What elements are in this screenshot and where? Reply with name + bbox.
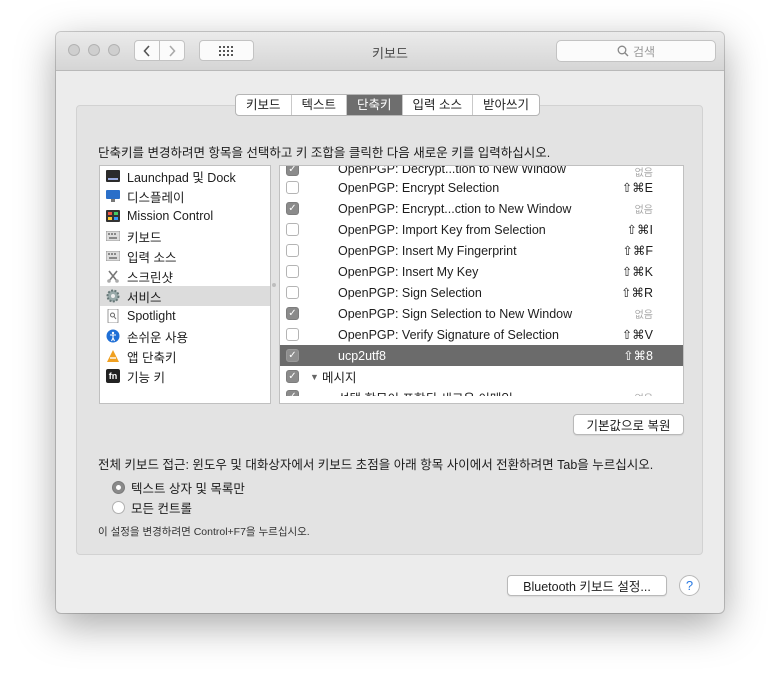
screenshot-icon — [106, 269, 120, 283]
category-keyboard[interactable]: 키보드 — [100, 226, 270, 246]
group-checkbox[interactable]: ✓ — [286, 370, 299, 383]
shortcut-checkbox[interactable]: ✓ — [286, 349, 299, 362]
shortcut-hint-note: 이 설정을 변경하려면 Control+F7을 누르십시오. — [98, 526, 310, 538]
tab-keyboard[interactable]: 키보드 — [236, 95, 292, 115]
launchpad-icon — [106, 169, 120, 183]
shortcut-checkbox[interactable]: ✓ — [286, 390, 299, 396]
mission-control-icon — [106, 209, 120, 223]
shortcut-checkbox[interactable] — [286, 286, 299, 299]
search-icon — [617, 45, 629, 57]
shortcut-checkbox[interactable]: ✓ — [286, 307, 299, 320]
shortcut-row[interactable]: OpenPGP: Insert My Fingerprint ⇧⌘F — [280, 240, 683, 261]
title-bar: 키보드 검색 — [56, 32, 724, 71]
category-function-keys[interactable]: fn 기능 키 — [100, 366, 270, 386]
shortcut-row[interactable]: OpenPGP: Sign Selection ⇧⌘R — [280, 282, 683, 303]
disclosure-triangle-icon[interactable]: ▼ — [310, 372, 319, 382]
shortcut-row[interactable]: OpenPGP: Insert My Key ⇧⌘K — [280, 261, 683, 282]
shortcut-row[interactable]: ✓ OpenPGP: Sign Selection to New Window … — [280, 303, 683, 324]
tab-bar: 키보드 텍스트 단축키 입력 소스 받아쓰기 — [235, 94, 541, 116]
shortcut-row[interactable]: OpenPGP: Verify Signature of Selection ⇧… — [280, 324, 683, 345]
radio-all-controls[interactable]: 모든 컨트롤 — [112, 498, 192, 517]
shortcut-row[interactable]: ✓ OpenPGP: Decrypt...tion to New Window … — [280, 166, 683, 177]
category-display[interactable]: 디스플레이 — [100, 186, 270, 206]
input-source-icon — [106, 249, 120, 263]
shortcut-row[interactable]: OpenPGP: Encrypt Selection ⇧⌘E — [280, 177, 683, 198]
category-services[interactable]: 서비스 — [100, 286, 270, 306]
category-list[interactable]: Launchpad 및 Dock 디스플레이 Mission Control 키… — [99, 165, 271, 404]
help-button[interactable]: ? — [679, 575, 700, 596]
fn-key-icon: fn — [106, 369, 120, 383]
tab-text[interactable]: 텍스트 — [292, 95, 348, 115]
shortcut-checkbox[interactable] — [286, 244, 299, 257]
category-spotlight[interactable]: Spotlight — [100, 306, 270, 326]
shortcut-list[interactable]: ✓ OpenPGP: Decrypt...tion to New Window … — [279, 165, 684, 404]
tab-shortcuts[interactable]: 단축키 — [347, 95, 403, 115]
category-launchpad-dock[interactable]: Launchpad 및 Dock — [100, 166, 270, 186]
spotlight-icon — [106, 309, 120, 323]
shortcut-checkbox[interactable]: ✓ — [286, 202, 299, 215]
tab-input-sources[interactable]: 입력 소스 — [403, 95, 474, 115]
radio-button-selected[interactable] — [112, 481, 125, 494]
shortcut-checkbox[interactable] — [286, 223, 299, 236]
shortcut-row[interactable]: OpenPGP: Import Key from Selection ⇧⌘I — [280, 219, 683, 240]
group-row-messages[interactable]: ✓ ▼ 메시지 — [280, 366, 683, 387]
keyboard-preferences-window: 키보드 검색 키보드 텍스트 단축키 입력 소스 받아쓰기 단축키를 변경하려면… — [56, 32, 724, 613]
shortcut-checkbox[interactable]: ✓ — [286, 166, 299, 176]
keyboard-icon — [106, 229, 120, 243]
shortcut-checkbox[interactable] — [286, 181, 299, 194]
accessibility-icon — [106, 329, 120, 343]
instructions-text: 단축키를 변경하려면 항목을 선택하고 키 조합을 클릭한 다음 새로운 키를 … — [98, 146, 551, 160]
category-accessibility[interactable]: 손쉬운 사용 — [100, 326, 270, 346]
shortcut-row-selected[interactable]: ✓ ucp2utf8 ⇧⌘8 — [280, 345, 683, 366]
shortcut-checkbox[interactable] — [286, 328, 299, 341]
category-input-sources[interactable]: 입력 소스 — [100, 246, 270, 266]
bluetooth-keyboard-setup-button[interactable]: Bluetooth 키보드 설정... — [507, 575, 667, 596]
category-screenshots[interactable]: 스크린샷 — [100, 266, 270, 286]
radio-button[interactable] — [112, 501, 125, 514]
display-icon — [106, 189, 120, 203]
radio-text-boxes-lists[interactable]: 텍스트 상자 및 목록만 — [112, 478, 245, 497]
restore-defaults-button[interactable]: 기본값으로 복원 — [573, 414, 684, 435]
search-field[interactable]: 검색 — [556, 40, 716, 62]
category-app-shortcuts[interactable]: 앱 단축키 — [100, 346, 270, 366]
services-gear-icon — [106, 289, 120, 303]
search-placeholder: 검색 — [632, 44, 656, 59]
category-mission-control[interactable]: Mission Control — [100, 206, 270, 226]
shortcut-row[interactable]: ✓ OpenPGP: Encrypt...ction to New Window… — [280, 198, 683, 219]
split-view-handle[interactable] — [271, 282, 278, 289]
shortcut-row-partial[interactable]: ✓ 선택 항목이 포함된 새로운 이메일 없음 — [280, 387, 683, 396]
tab-dictation[interactable]: 받아쓰기 — [473, 95, 539, 115]
app-shortcuts-icon — [106, 349, 120, 363]
full-keyboard-access-label: 전체 키보드 접근: 윈도우 및 대화상자에서 키보드 초점을 아래 항목 사이… — [98, 458, 654, 472]
shortcut-checkbox[interactable] — [286, 265, 299, 278]
